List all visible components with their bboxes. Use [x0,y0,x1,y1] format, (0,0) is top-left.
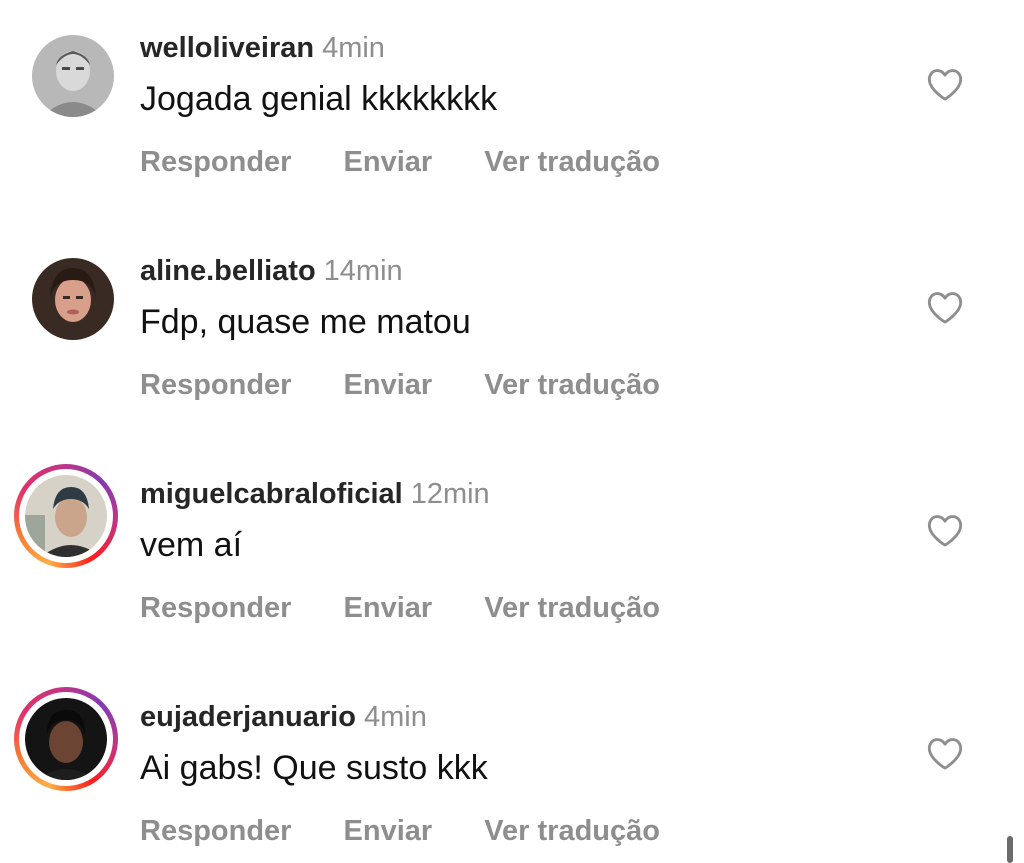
send-button[interactable]: Enviar [344,146,433,179]
send-button[interactable]: Enviar [344,369,433,402]
avatar-story-ring[interactable] [14,464,118,568]
avatar[interactable] [30,33,116,119]
username-text[interactable]: miguelcabraloficial [140,478,403,510]
heart-outline-icon[interactable] [926,735,964,771]
comment-item: welloliveiran 4min Jogada genial kkkkkkkk… [0,18,1024,218]
see-translation-button[interactable]: Ver tradução [484,146,660,179]
comment-item: miguelcabraloficial 12min vem aí Responde… [0,464,1024,664]
see-translation-button[interactable]: Ver tradução [484,369,660,402]
comment-time: 4min [363,701,427,733]
comment-actions: Responder Enviar Ver tradução [140,815,660,848]
comment-item: aline.belliato 14min Fdp, quase me matou … [0,241,1024,441]
see-translation-button[interactable]: Ver tradução [484,815,660,848]
reply-button[interactable]: Responder [140,592,291,625]
comment-text: vem aí [140,526,243,564]
reply-button[interactable]: Responder [140,815,291,848]
comment-actions: Responder Enviar Ver tradução [140,146,660,179]
username-text[interactable]: aline.belliato [140,255,316,287]
comment-item: eujaderjanuario 4min Ai gabs! Que susto k… [0,687,1024,863]
send-button[interactable]: Enviar [344,815,433,848]
avatar-image [32,258,114,340]
see-translation-button[interactable]: Ver tradução [484,592,660,625]
username-text[interactable]: eujaderjanuario [140,701,356,733]
comment-time: 12min [410,478,490,510]
comment-text: Ai gabs! Que susto kkk [140,749,488,787]
username-text[interactable]: welloliveiran [140,32,314,64]
comment-username[interactable]: welloliveiran 4min [140,32,385,65]
comment-text: Jogada genial kkkkkkkk [140,80,498,118]
send-button[interactable]: Enviar [344,592,433,625]
scrollbar[interactable] [1007,836,1013,863]
avatar-image [32,35,114,117]
heart-outline-icon[interactable] [926,512,964,548]
avatar[interactable] [30,256,116,342]
comment-username[interactable]: aline.belliato 14min [140,255,403,288]
comment-actions: Responder Enviar Ver tradução [140,369,660,402]
comment-time: 4min [322,32,385,64]
comment-actions: Responder Enviar Ver tradução [140,592,660,625]
comment-time: 14min [323,255,403,287]
comment-username[interactable]: miguelcabraloficial 12min [140,478,490,511]
comments-list: welloliveiran 4min Jogada genial kkkkkkkk… [0,0,1024,863]
avatar-image [25,475,107,557]
avatar-story-ring[interactable] [14,687,118,791]
comment-username[interactable]: eujaderjanuario 4min [140,701,427,734]
comment-text: Fdp, quase me matou [140,303,471,341]
heart-outline-icon[interactable] [926,289,964,325]
reply-button[interactable]: Responder [140,369,291,402]
avatar-image [25,698,107,780]
heart-outline-icon[interactable] [926,66,964,102]
reply-button[interactable]: Responder [140,146,291,179]
